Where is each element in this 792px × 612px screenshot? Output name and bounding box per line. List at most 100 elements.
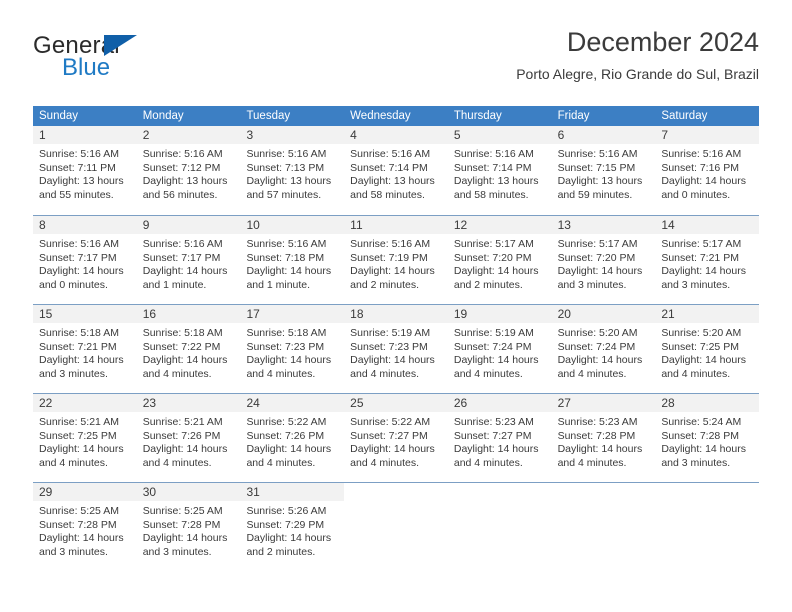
day-cell[interactable]: 17 Sunrise: 5:18 AM Sunset: 7:23 PM Dayl… — [240, 305, 345, 393]
sunset-text: Sunset: 7:17 PM — [142, 251, 221, 264]
day-number: 9 — [142, 218, 150, 232]
day-cell[interactable]: 4 Sunrise: 5:16 AM Sunset: 7:14 PM Dayli… — [344, 126, 448, 215]
daylight-text-line2: and 2 minutes. — [350, 278, 420, 291]
day-cell[interactable]: 11 Sunrise: 5:16 AM Sunset: 7:19 PM Dayl… — [344, 216, 448, 304]
day-number-bar: 10 — [240, 216, 345, 234]
sunset-text: Sunset: 7:29 PM — [246, 518, 325, 531]
day-cell[interactable]: 5 Sunrise: 5:16 AM Sunset: 7:14 PM Dayli… — [447, 126, 552, 215]
weekday-header-saturday: Saturday — [661, 110, 708, 122]
daylight-text-line2: and 3 minutes. — [39, 545, 108, 558]
sunset-text: Sunset: 7:28 PM — [557, 429, 636, 442]
sunrise-text: Sunrise: 5:16 AM — [246, 238, 327, 250]
day-cell[interactable]: 20 Sunrise: 5:20 AM Sunset: 7:24 PM Dayl… — [551, 305, 656, 393]
sunset-text: Sunset: 7:26 PM — [142, 429, 221, 442]
daylight-text-line2: and 1 minute. — [246, 278, 311, 291]
day-number-bar: 17 — [240, 305, 345, 323]
day-cell[interactable]: 18 Sunrise: 5:19 AM Sunset: 7:23 PM Dayl… — [344, 305, 448, 393]
sunrise-text: Sunrise: 5:16 AM — [142, 238, 223, 250]
day-number: 31 — [246, 485, 260, 499]
day-number-bar: 1 — [33, 126, 137, 144]
sunrise-text: Sunrise: 5:16 AM — [453, 148, 534, 160]
daylight-text-line1: Daylight: 13 hours — [39, 175, 124, 188]
day-cell[interactable]: 21 Sunrise: 5:20 AM Sunset: 7:25 PM Dayl… — [655, 305, 760, 393]
day-cell[interactable]: 14 Sunrise: 5:17 AM Sunset: 7:21 PM Dayl… — [655, 216, 760, 304]
daylight-text-line2: and 4 minutes. — [350, 367, 420, 380]
day-details: Sunrise: 5:17 AM Sunset: 7:20 PM Dayligh… — [448, 234, 552, 292]
day-details: Sunrise: 5:18 AM Sunset: 7:21 PM Dayligh… — [33, 323, 137, 381]
day-number-bar: 4 — [344, 126, 448, 144]
page-header: General Blue December 2024 Porto Alegre,… — [33, 26, 759, 98]
day-cell-empty — [552, 483, 656, 571]
sunrise-text: Sunrise: 5:24 AM — [661, 416, 742, 428]
day-number-bar: 31 — [240, 483, 345, 501]
weekday-header-friday: Friday — [557, 110, 590, 122]
day-number-bar: 16 — [136, 305, 241, 323]
page-title: December 2024 — [566, 27, 759, 57]
sunrise-text: Sunrise: 5:17 AM — [661, 238, 742, 250]
day-cell[interactable]: 1 Sunrise: 5:16 AM Sunset: 7:11 PM Dayli… — [33, 126, 137, 215]
day-number: 25 — [350, 396, 364, 410]
day-cell[interactable]: 22 Sunrise: 5:21 AM Sunset: 7:25 PM Dayl… — [33, 394, 137, 482]
sunrise-text: Sunrise: 5:17 AM — [453, 238, 534, 250]
daylight-text-line1: Daylight: 14 hours — [661, 175, 746, 188]
day-cell[interactable]: 9 Sunrise: 5:16 AM Sunset: 7:17 PM Dayli… — [136, 216, 241, 304]
day-cell[interactable]: 28 Sunrise: 5:24 AM Sunset: 7:28 PM Dayl… — [655, 394, 760, 482]
day-cell[interactable]: 8 Sunrise: 5:16 AM Sunset: 7:17 PM Dayli… — [33, 216, 137, 304]
day-cell[interactable]: 13 Sunrise: 5:17 AM Sunset: 7:20 PM Dayl… — [551, 216, 656, 304]
daylight-text-line2: and 4 minutes. — [246, 367, 316, 380]
day-cell[interactable]: 6 Sunrise: 5:16 AM Sunset: 7:15 PM Dayli… — [551, 126, 656, 215]
daylight-text-line1: Daylight: 14 hours — [453, 265, 539, 278]
day-number-bar: 25 — [344, 394, 448, 412]
day-cell[interactable]: 24 Sunrise: 5:22 AM Sunset: 7:26 PM Dayl… — [240, 394, 345, 482]
day-cell[interactable]: 31 Sunrise: 5:26 AM Sunset: 7:29 PM Dayl… — [240, 483, 345, 571]
daylight-text-line1: Daylight: 14 hours — [39, 532, 124, 545]
daylight-text-line2: and 58 minutes. — [453, 188, 529, 201]
day-cell[interactable]: 25 Sunrise: 5:22 AM Sunset: 7:27 PM Dayl… — [344, 394, 448, 482]
day-cell[interactable]: 30 Sunrise: 5:25 AM Sunset: 7:28 PM Dayl… — [136, 483, 241, 571]
week-row: 22 Sunrise: 5:21 AM Sunset: 7:25 PM Dayl… — [33, 393, 760, 482]
daylight-text-line1: Daylight: 14 hours — [246, 265, 332, 278]
day-cell[interactable]: 2 Sunrise: 5:16 AM Sunset: 7:12 PM Dayli… — [136, 126, 241, 215]
sunset-text: Sunset: 7:12 PM — [142, 161, 221, 174]
day-details: Sunrise: 5:19 AM Sunset: 7:23 PM Dayligh… — [344, 323, 448, 381]
sunrise-text: Sunrise: 5:25 AM — [39, 505, 119, 517]
sunset-text: Sunset: 7:21 PM — [661, 251, 739, 264]
day-number-bar: 7 — [655, 126, 760, 144]
daylight-text-line1: Daylight: 14 hours — [39, 354, 124, 367]
sunrise-text: Sunrise: 5:22 AM — [350, 416, 431, 428]
day-details: Sunrise: 5:16 AM Sunset: 7:12 PM Dayligh… — [137, 144, 241, 202]
day-cell[interactable]: 26 Sunrise: 5:23 AM Sunset: 7:27 PM Dayl… — [447, 394, 552, 482]
day-details: Sunrise: 5:23 AM Sunset: 7:28 PM Dayligh… — [552, 412, 656, 470]
daylight-text-line1: Daylight: 14 hours — [142, 443, 228, 456]
day-number: 30 — [142, 485, 157, 499]
day-cell[interactable]: 27 Sunrise: 5:23 AM Sunset: 7:28 PM Dayl… — [551, 394, 656, 482]
day-number-bar: 18 — [344, 305, 448, 323]
day-details: Sunrise: 5:25 AM Sunset: 7:28 PM Dayligh… — [33, 501, 137, 559]
day-cell[interactable]: 3 Sunrise: 5:16 AM Sunset: 7:13 PM Dayli… — [240, 126, 345, 215]
day-cell[interactable]: 16 Sunrise: 5:18 AM Sunset: 7:22 PM Dayl… — [136, 305, 241, 393]
day-number: 15 — [39, 307, 53, 321]
day-cell[interactable]: 12 Sunrise: 5:17 AM Sunset: 7:20 PM Dayl… — [447, 216, 552, 304]
day-cell[interactable]: 10 Sunrise: 5:16 AM Sunset: 7:18 PM Dayl… — [240, 216, 345, 304]
title-block: December 2024 Porto Alegre, Rio Grande d… — [516, 26, 759, 82]
day-cell[interactable]: 7 Sunrise: 5:16 AM Sunset: 7:16 PM Dayli… — [655, 126, 760, 215]
daylight-text-line1: Daylight: 14 hours — [661, 354, 746, 367]
day-cell[interactable]: 23 Sunrise: 5:21 AM Sunset: 7:26 PM Dayl… — [136, 394, 241, 482]
day-details: Sunrise: 5:16 AM Sunset: 7:17 PM Dayligh… — [33, 234, 137, 292]
day-number: 7 — [661, 128, 668, 142]
day-cell[interactable]: 15 Sunrise: 5:18 AM Sunset: 7:21 PM Dayl… — [33, 305, 137, 393]
daylight-text-line1: Daylight: 14 hours — [661, 265, 746, 278]
day-number-bar: 23 — [136, 394, 241, 412]
day-cell[interactable]: 29 Sunrise: 5:25 AM Sunset: 7:28 PM Dayl… — [33, 483, 137, 571]
day-details: Sunrise: 5:20 AM Sunset: 7:25 PM Dayligh… — [655, 323, 759, 381]
day-cell[interactable]: 19 Sunrise: 5:19 AM Sunset: 7:24 PM Dayl… — [447, 305, 552, 393]
daylight-text-line2: and 3 minutes. — [661, 278, 731, 291]
day-number: 19 — [453, 307, 468, 321]
sunset-text: Sunset: 7:24 PM — [453, 340, 532, 353]
sunset-text: Sunset: 7:13 PM — [246, 161, 325, 174]
week-row: 8 Sunrise: 5:16 AM Sunset: 7:17 PM Dayli… — [33, 215, 760, 304]
daylight-text-line1: Daylight: 14 hours — [557, 443, 643, 456]
sunrise-text: Sunrise: 5:18 AM — [142, 327, 223, 339]
daylight-text-line1: Daylight: 14 hours — [39, 443, 124, 456]
general-blue-logo[interactable]: General Blue — [33, 32, 233, 88]
